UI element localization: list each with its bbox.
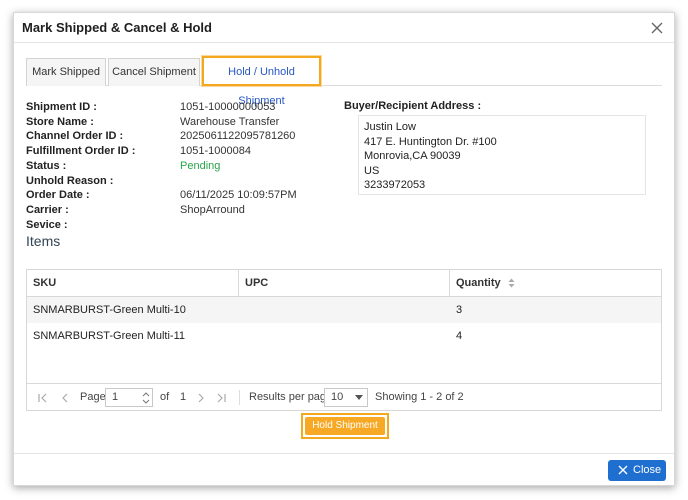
- label-channel-order-id: Channel Order ID :: [26, 130, 124, 143]
- address-line: Monrovia,CA 90039: [364, 150, 461, 163]
- detail-labels: Shipment ID : Store Name : Channel Order…: [26, 100, 135, 232]
- address-line: Justin Low: [364, 121, 416, 133]
- column-header-label: UPC: [245, 277, 269, 289]
- tab-bar: Mark Shipped Cancel Shipment Hold / Unho…: [26, 55, 662, 107]
- value-unhold-reason: [180, 174, 297, 189]
- address-label: Buyer/Recipient Address :: [344, 100, 482, 112]
- modal-header: Mark Shipped & Cancel & Hold: [14, 13, 674, 43]
- address-line: 417 E. Huntington Dr. #100: [364, 135, 497, 148]
- value-channel-order-id: 2025061122095781260: [180, 130, 296, 143]
- of-label: of: [160, 391, 170, 403]
- close-icon[interactable]: [650, 21, 664, 35]
- grid-pager: Page 1 of 1 Results per page 10 Showing …: [27, 383, 661, 410]
- value-fulfillment-order-id: 1051-1000084: [180, 145, 251, 158]
- page-number-input[interactable]: 1: [105, 388, 153, 407]
- sku-cell: SNMARBURST-Green Multi-11: [33, 330, 185, 342]
- value-service: [180, 218, 297, 233]
- chevron-down-icon: [355, 395, 363, 400]
- close-button[interactable]: Close: [608, 460, 666, 481]
- last-page-icon[interactable]: [215, 392, 227, 404]
- value-carrier: ShopArround: [180, 203, 245, 216]
- label-shipment-id: Shipment ID :: [26, 101, 97, 113]
- label-unhold-reason: Unhold Reason :: [26, 174, 114, 187]
- first-page-icon[interactable]: [37, 392, 49, 404]
- results-per-page-label: Results per page: [249, 391, 333, 403]
- grid-header: SKU UPC Quantity: [27, 270, 661, 297]
- mark-shipped-modal: Mark Shipped & Cancel & Hold Mark Shippe…: [13, 12, 675, 486]
- results-per-page-select[interactable]: 10: [324, 388, 368, 407]
- items-grid: SKU UPC Quantity SNMARBURST-Green Multi-…: [26, 269, 662, 411]
- label-store-name: Store Name :: [26, 115, 94, 128]
- value-store-name: Warehouse Transfer: [180, 115, 280, 128]
- sku-cell: SNMARBURST-Green Multi-10: [33, 304, 186, 316]
- tab-hold-unhold-shipment[interactable]: Hold / Unhold Shipment: [201, 55, 322, 107]
- pager-divider: [239, 390, 240, 405]
- tab-cancel-shipment[interactable]: Cancel Shipment: [108, 58, 200, 86]
- label-service: Sevice :: [26, 218, 68, 231]
- value-order-date: 06/11/2025 10:09:57PM: [180, 189, 297, 202]
- table-row[interactable]: SNMARBURST-Green Multi-10 3: [27, 297, 661, 323]
- tab-mark-shipped[interactable]: Mark Shipped: [26, 58, 106, 86]
- column-header-label: SKU: [33, 277, 57, 289]
- close-icon: [618, 465, 628, 475]
- column-header-sku[interactable]: SKU: [27, 270, 239, 296]
- hold-shipment-label: Hold Shipment: [305, 417, 385, 435]
- address-line: 3233972053: [364, 179, 426, 192]
- label-order-date: Order Date :: [26, 189, 90, 202]
- column-header-label: Quantity: [456, 277, 501, 289]
- address-box: Justin Low 417 E. Huntington Dr. #100 Mo…: [358, 115, 646, 195]
- address-line: US: [364, 164, 380, 177]
- footer-divider: [14, 453, 674, 454]
- sort-icon[interactable]: [508, 278, 515, 288]
- value-shipment-id: 1051-10000000053: [180, 101, 276, 113]
- showing-count: Showing 1 - 2 of 2: [375, 391, 464, 403]
- modal-title: Mark Shipped & Cancel & Hold: [22, 20, 212, 35]
- page-label: Page: [80, 391, 106, 403]
- label-fulfillment-order-id: Fulfillment Order ID :: [26, 145, 136, 158]
- table-row[interactable]: SNMARBURST-Green Multi-11 4: [27, 323, 661, 349]
- status-value: Pending: [180, 159, 221, 172]
- label-status: Status :: [26, 159, 67, 172]
- items-heading: Items: [26, 233, 61, 249]
- page-number-value: 1: [112, 391, 119, 403]
- label-carrier: Carrier :: [26, 203, 69, 216]
- close-button-label: Close: [633, 464, 662, 476]
- quantity-cell: 3: [456, 304, 463, 316]
- quantity-cell: 4: [456, 330, 463, 342]
- spinner-icon[interactable]: [142, 391, 150, 405]
- hold-shipment-button[interactable]: Hold Shipment: [301, 413, 389, 439]
- next-page-icon[interactable]: [195, 392, 207, 404]
- results-per-page-value: 10: [331, 391, 344, 403]
- total-pages: 1: [180, 391, 187, 403]
- column-header-upc[interactable]: UPC: [239, 270, 450, 296]
- previous-page-icon[interactable]: [59, 392, 71, 404]
- detail-values: 1051-10000000053 Warehouse Transfer 2025…: [180, 100, 297, 232]
- column-header-quantity[interactable]: Quantity: [450, 270, 662, 296]
